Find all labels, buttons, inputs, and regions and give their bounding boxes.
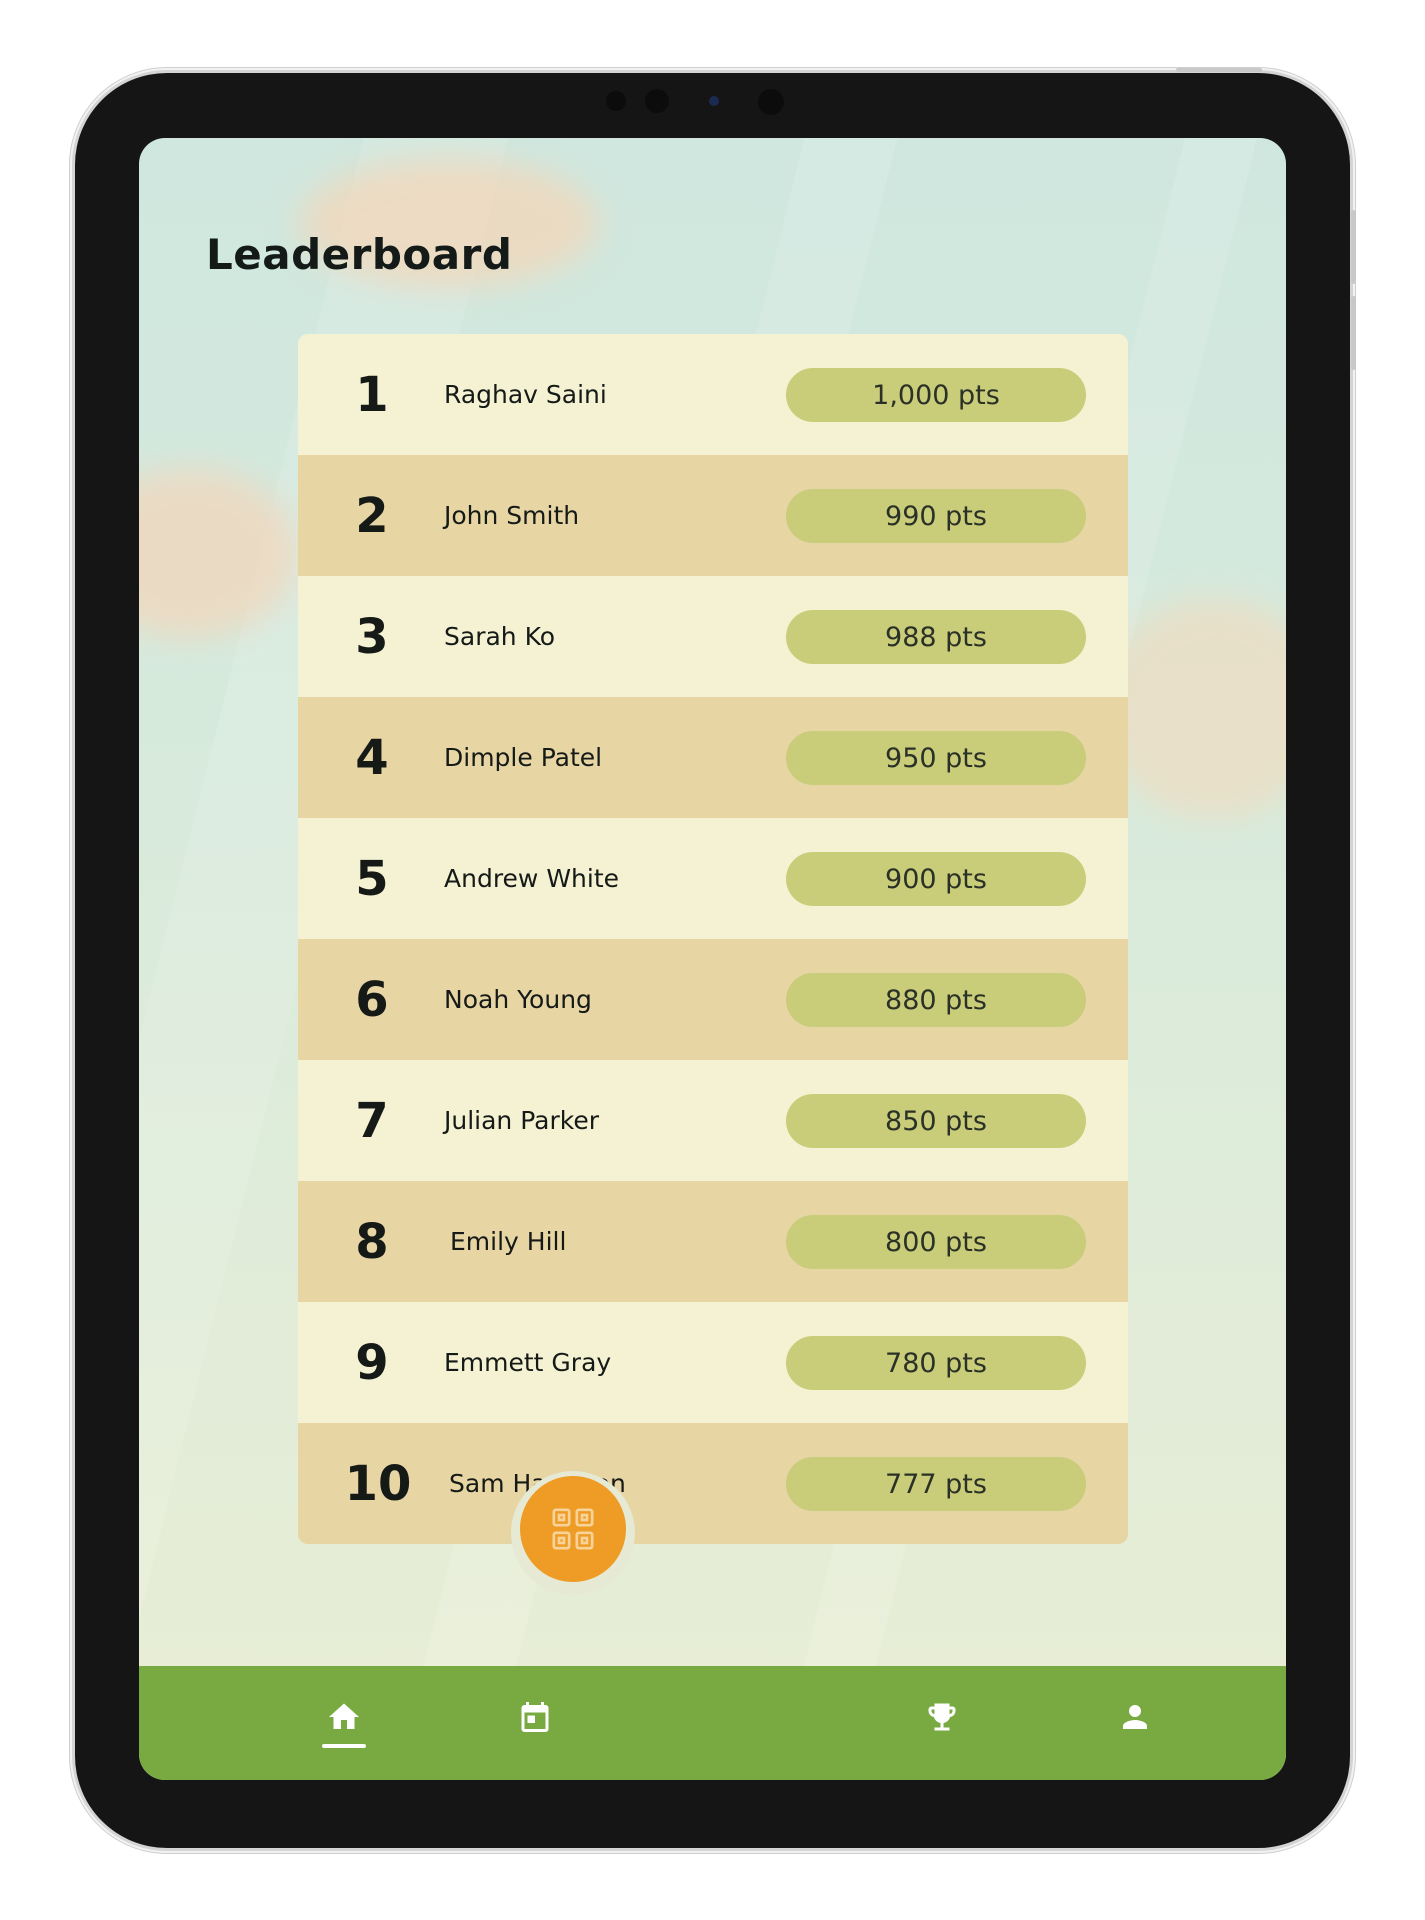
player-name: Andrew White (444, 864, 620, 893)
points-badge: 850 pts (786, 1094, 1086, 1148)
points-badge: 950 pts (786, 731, 1086, 785)
points-badge: 800 pts (786, 1215, 1086, 1269)
trophy-icon (928, 1703, 956, 1731)
active-tab-indicator (322, 1744, 366, 1748)
leaderboard-row[interactable]: 5 Andrew White 900 pts (298, 818, 1128, 939)
rank-number: 8 (355, 1213, 389, 1270)
rank-number: 10 (344, 1455, 412, 1512)
bottom-nav-bar (139, 1666, 1286, 1780)
leaderboard-row[interactable]: 7 Julian Parker 850 pts (298, 1060, 1128, 1181)
calendar-icon (521, 1702, 549, 1732)
qr-code-icon (552, 1508, 594, 1550)
player-name: Julian Parker (444, 1106, 600, 1135)
rank-number: 6 (355, 971, 389, 1028)
nav-calendar[interactable] (505, 1692, 565, 1742)
page-title: Leaderboard (206, 230, 513, 279)
front-sensor (606, 91, 626, 111)
points-badge: 990 pts (786, 489, 1086, 543)
rank-number: 1 (355, 366, 389, 423)
points-badge: 988 pts (786, 610, 1086, 664)
rank-number: 4 (355, 729, 389, 786)
rank-number: 2 (355, 487, 389, 544)
player-name: Raghav Saini (444, 380, 607, 409)
player-name: John Smith (444, 501, 580, 530)
points-badge: 880 pts (786, 973, 1086, 1027)
volume-up-button (1351, 210, 1356, 284)
rank-number: 7 (355, 1092, 389, 1149)
points-badge: 1,000 pts (786, 368, 1086, 422)
scan-qr-button[interactable] (520, 1476, 626, 1582)
nav-home[interactable] (314, 1692, 374, 1742)
front-lens (709, 96, 719, 106)
player-name: Dimple Patel (444, 743, 603, 772)
profile-icon (1123, 1705, 1147, 1729)
player-name: Sarah Ko (444, 622, 556, 651)
top-button (1176, 68, 1262, 72)
rank-number: 5 (355, 850, 389, 907)
volume-down-button (1351, 296, 1356, 370)
player-name: Noah Young (444, 985, 592, 1014)
leaderboard-row[interactable]: 4 Dimple Patel 950 pts (298, 697, 1128, 818)
rank-number: 9 (355, 1334, 389, 1391)
nav-profile[interactable] (1105, 1692, 1165, 1742)
leaderboard-row[interactable]: 6 Noah Young 880 pts (298, 939, 1128, 1060)
front-sensor (758, 89, 784, 115)
leaderboard-row[interactable]: 3 Sarah Ko 988 pts (298, 576, 1128, 697)
leaderboard-row[interactable]: 2 John Smith 990 pts (298, 455, 1128, 576)
leaderboard-row[interactable]: 8 Emily Hill 800 pts (298, 1181, 1128, 1302)
leaderboard-row[interactable]: 10 Sam Hamilton 777 pts (298, 1423, 1128, 1544)
points-badge: 900 pts (786, 852, 1086, 906)
leaderboard-row[interactable]: 1 Raghav Saini 1,000 pts (298, 334, 1128, 455)
player-name: Emmett Gray (444, 1348, 612, 1377)
player-name: Emily Hill (450, 1227, 567, 1256)
app-screen: Leaderboard 1 Raghav Saini 1,000 pts 2 J… (139, 138, 1286, 1780)
front-camera (645, 89, 669, 113)
points-badge: 780 pts (786, 1336, 1086, 1390)
leaderboard-row[interactable]: 9 Emmett Gray 780 pts (298, 1302, 1128, 1423)
home-icon (329, 1703, 359, 1729)
points-badge: 777 pts (786, 1457, 1086, 1511)
leaderboard-list: 1 Raghav Saini 1,000 pts 2 John Smith 99… (298, 334, 1128, 1544)
rank-number: 3 (355, 608, 389, 665)
nav-leaderboard[interactable] (912, 1692, 972, 1742)
